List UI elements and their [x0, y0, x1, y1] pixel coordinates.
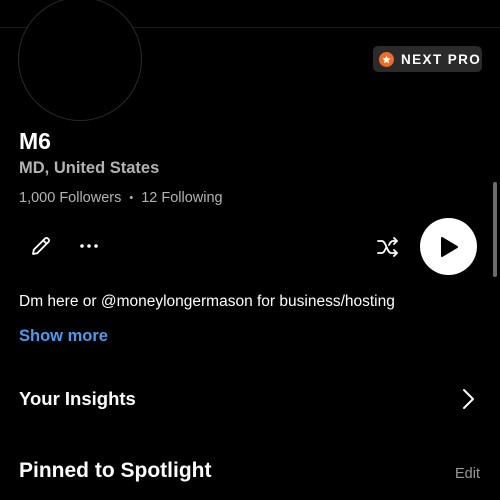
- more-options-button[interactable]: [76, 233, 102, 259]
- shuffle-button[interactable]: [374, 233, 402, 261]
- profile-name: M6: [19, 128, 51, 154]
- play-icon: [440, 236, 458, 257]
- edit-profile-button[interactable]: [28, 233, 54, 259]
- more-horizontal-icon: [80, 244, 98, 248]
- profile-stats: 1,000 Followers • 12 Following: [19, 190, 223, 206]
- shuffle-icon: [377, 237, 398, 257]
- avatar[interactable]: [18, 0, 142, 121]
- scrollbar[interactable]: [493, 182, 497, 277]
- chevron-right-icon: [463, 389, 474, 409]
- stats-separator: •: [129, 192, 134, 204]
- pencil-icon: [32, 237, 50, 255]
- badge-label: NEXT PRO: [401, 51, 482, 67]
- show-more-link[interactable]: Show more: [19, 327, 108, 346]
- next-pro-badge[interactable]: NEXT PRO: [373, 46, 482, 72]
- edit-spotlight-button[interactable]: Edit: [455, 466, 480, 482]
- your-insights-row[interactable]: Your Insights: [0, 380, 500, 418]
- followers-count[interactable]: 1,000 Followers: [19, 190, 121, 206]
- following-count[interactable]: 12 Following: [141, 190, 222, 206]
- pinned-to-spotlight-heading: Pinned to Spotlight: [19, 459, 212, 482]
- star-icon: [379, 51, 394, 67]
- profile-location: MD, United States: [19, 159, 160, 177]
- play-button[interactable]: [420, 218, 477, 275]
- profile-bio: Dm here or @moneylongermason for busines…: [19, 293, 395, 310]
- insights-label: Your Insights: [19, 388, 136, 409]
